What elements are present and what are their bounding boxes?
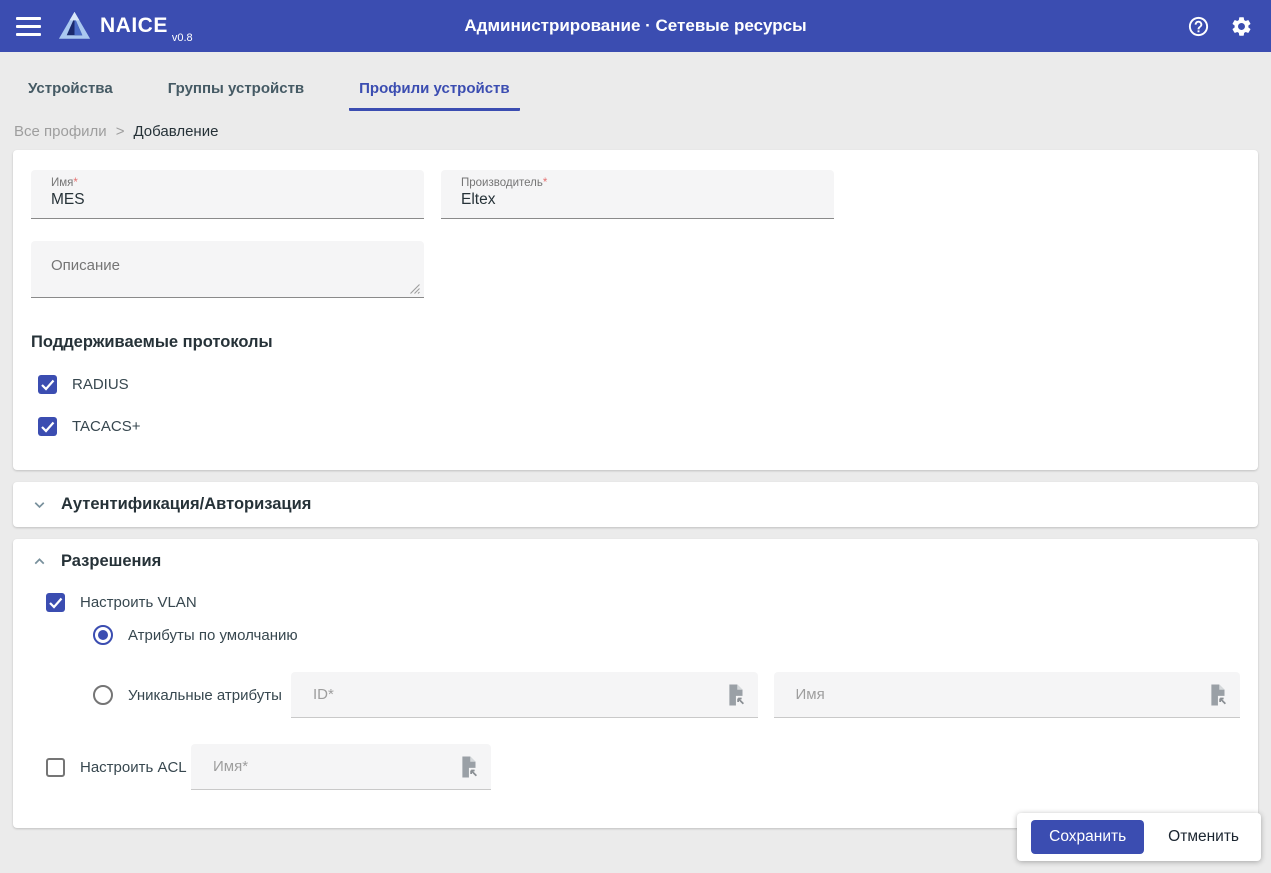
default-attributes-radio[interactable] bbox=[93, 625, 113, 645]
protocol-tacacs-row: TACACS+ bbox=[38, 417, 1240, 436]
app-logo bbox=[56, 9, 93, 43]
acl-label: Настроить ACL bbox=[80, 759, 187, 776]
vlan-checkbox[interactable] bbox=[46, 593, 65, 612]
tab-device-groups[interactable]: Группы устройств bbox=[158, 71, 314, 111]
permissions-section-title: Разрешения bbox=[61, 552, 161, 571]
action-bar: Сохранить Отменить bbox=[1017, 813, 1261, 861]
radius-checkbox[interactable] bbox=[38, 375, 57, 394]
help-icon[interactable] bbox=[1187, 15, 1210, 38]
unique-attributes-radio[interactable] bbox=[93, 685, 113, 705]
protocol-radius-row: RADIUS bbox=[38, 375, 1240, 394]
permissions-accordion-header[interactable]: Разрешения bbox=[13, 539, 1258, 584]
vlan-label: Настроить VLAN bbox=[80, 594, 197, 611]
app-header: NAICE v0.8 Администрирование · Сетевые р… bbox=[0, 0, 1271, 52]
breadcrumb-separator: > bbox=[116, 123, 125, 140]
tacacs-label: TACACS+ bbox=[72, 418, 141, 435]
name-input[interactable] bbox=[51, 189, 404, 209]
name-field-label: Имя* bbox=[51, 177, 404, 189]
profile-form-card: Имя* Производитель* Поддерживаемые прото… bbox=[13, 150, 1258, 470]
file-import-icon[interactable] bbox=[1207, 683, 1228, 707]
tab-devices[interactable]: Устройства bbox=[18, 71, 123, 111]
breadcrumb: Все профили > Добавление bbox=[0, 111, 1271, 140]
vendor-field[interactable]: Производитель* bbox=[441, 170, 834, 219]
breadcrumb-all-profiles[interactable]: Все профили bbox=[14, 123, 107, 140]
settings-gear-icon[interactable] bbox=[1230, 15, 1253, 38]
vlan-name-input[interactable] bbox=[794, 685, 1198, 704]
description-field[interactable] bbox=[31, 241, 424, 298]
save-button[interactable]: Сохранить bbox=[1031, 820, 1144, 854]
unique-attributes-label: Уникальные атрибуты bbox=[128, 687, 282, 704]
vlan-id-field[interactable] bbox=[291, 672, 758, 718]
vendor-field-label: Производитель* bbox=[461, 177, 814, 189]
tab-bar: Устройства Группы устройств Профили устр… bbox=[0, 71, 1271, 111]
acl-name-field[interactable] bbox=[191, 744, 491, 790]
vlan-name-field[interactable] bbox=[774, 672, 1241, 718]
vendor-input[interactable] bbox=[461, 189, 814, 209]
default-attributes-label: Атрибуты по умолчанию bbox=[128, 627, 298, 644]
auth-section-title: Аутентификация/Авторизация bbox=[61, 495, 311, 514]
auth-accordion-header[interactable]: Аутентификация/Авторизация bbox=[13, 482, 1258, 527]
menu-icon[interactable] bbox=[16, 13, 41, 40]
required-asterisk: * bbox=[543, 177, 547, 189]
file-import-icon[interactable] bbox=[458, 755, 479, 779]
auth-section-card: Аутентификация/Авторизация bbox=[13, 482, 1258, 527]
vlan-id-input[interactable] bbox=[311, 685, 715, 704]
tab-device-profiles[interactable]: Профили устройств bbox=[349, 71, 519, 111]
file-import-icon[interactable] bbox=[725, 683, 746, 707]
unique-attributes-row: Уникальные атрибуты bbox=[93, 672, 1240, 718]
permissions-section-card: Разрешения Настроить VLAN Атрибуты по ум… bbox=[13, 539, 1258, 828]
acl-name-input[interactable] bbox=[211, 757, 448, 776]
app-version: v0.8 bbox=[172, 32, 193, 52]
acl-checkbox[interactable] bbox=[46, 758, 65, 777]
default-attributes-row: Атрибуты по умолчанию bbox=[93, 625, 1240, 645]
name-field[interactable]: Имя* bbox=[31, 170, 424, 219]
protocols-heading: Поддерживаемые протоколы bbox=[31, 333, 1240, 352]
radius-label: RADIUS bbox=[72, 376, 129, 393]
tacacs-checkbox[interactable] bbox=[38, 417, 57, 436]
acl-row: Настроить ACL bbox=[46, 744, 1240, 790]
chevron-up-icon bbox=[31, 553, 48, 570]
required-asterisk: * bbox=[73, 177, 77, 189]
cancel-button[interactable]: Отменить bbox=[1152, 820, 1255, 854]
description-textarea[interactable] bbox=[31, 241, 424, 297]
app-name: NAICE bbox=[100, 14, 168, 38]
chevron-down-icon bbox=[31, 496, 48, 513]
vlan-row: Настроить VLAN bbox=[46, 593, 1240, 612]
breadcrumb-current: Добавление bbox=[133, 123, 218, 140]
